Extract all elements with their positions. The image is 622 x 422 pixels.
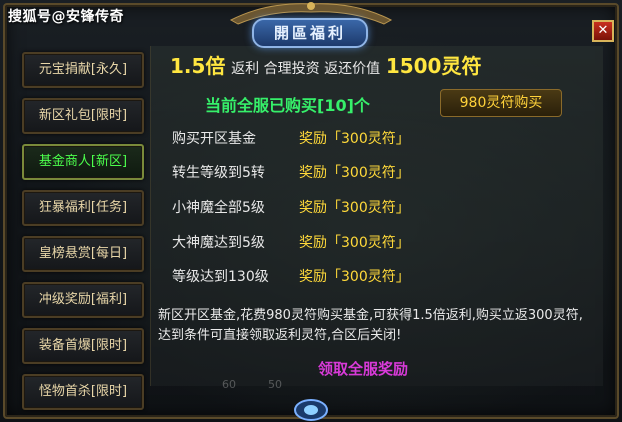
sidebar-item-first-drop[interactable]: 装备首爆[限时] [22, 328, 144, 364]
rebate-value: 1500灵符 [385, 54, 482, 78]
purchase-count-text: 当前全服已购买[10]个 [205, 96, 370, 115]
game-window: 開區福利 ✕ 搜狐号@安锋传奇 元宝捐献[永久] 新区礼包[限时] 基金商人[新… [0, 0, 622, 422]
close-button[interactable]: ✕ [592, 20, 614, 42]
bottom-gem-icon [294, 399, 328, 421]
sidebar-item-donate[interactable]: 元宝捐献[永久] [22, 52, 144, 88]
background-number: 50 [268, 378, 282, 391]
description-text: 新区开区基金,花费980灵符购买基金,可获得1.5倍返利,购买立返300灵符,达… [158, 308, 583, 343]
task-name: 小神魔全部5级 [172, 200, 265, 216]
sidebar-item-bounty[interactable]: 皇榜悬赏[每日] [22, 236, 144, 272]
task-reward: 奖励「300灵符」 [299, 235, 410, 251]
task-row: 购买开区基金 奖励「300灵符」 [172, 128, 410, 152]
sidebar-item-first-kill[interactable]: 怪物首杀[限时] [22, 374, 144, 410]
task-reward: 奖励「300灵符」 [299, 200, 410, 216]
background-number: 60 [222, 378, 236, 391]
task-name: 等级达到130级 [172, 269, 269, 285]
claim-server-reward-button[interactable]: 领取全服奖励 [318, 358, 408, 379]
task-name: 转生等级到5转 [172, 165, 265, 181]
task-row: 转生等级到5转 奖励「300灵符」 [172, 162, 410, 186]
task-row: 大神魔达到5级 奖励「300灵符」 [172, 232, 410, 256]
task-row: 小神魔全部5级 奖励「300灵符」 [172, 197, 410, 221]
buy-fund-button[interactable]: 980灵符购买 [440, 89, 562, 117]
task-row: 等级达到130级 奖励「300灵符」 [172, 266, 410, 290]
watermark-text: 搜狐号@安锋传奇 [8, 9, 124, 25]
window-title: 開區福利 [252, 18, 368, 48]
rebate-headline: 1.5倍 返利 合理投资 返还价值 1500灵符 [170, 50, 481, 79]
sidebar: 元宝捐献[永久] 新区礼包[限时] 基金商人[新区] 狂暴福利[任务] 皇榜悬赏… [22, 52, 144, 420]
sidebar-item-fund-merchant[interactable]: 基金商人[新区] [22, 144, 144, 180]
task-name: 购买开区基金 [172, 131, 256, 147]
task-reward: 奖励「300灵符」 [299, 269, 410, 285]
task-reward: 奖励「300灵符」 [299, 165, 410, 181]
multiplier-text: 1.5倍 [170, 54, 226, 78]
task-name: 大神魔达到5级 [172, 235, 265, 251]
sidebar-item-berserk[interactable]: 狂暴福利[任务] [22, 190, 144, 226]
sidebar-item-level-reward[interactable]: 冲级奖励[福利] [22, 282, 144, 318]
sidebar-item-newserver-pack[interactable]: 新区礼包[限时] [22, 98, 144, 134]
rebate-text: 返利 合理投资 返还价值 [231, 61, 381, 77]
task-reward: 奖励「300灵符」 [299, 131, 410, 147]
